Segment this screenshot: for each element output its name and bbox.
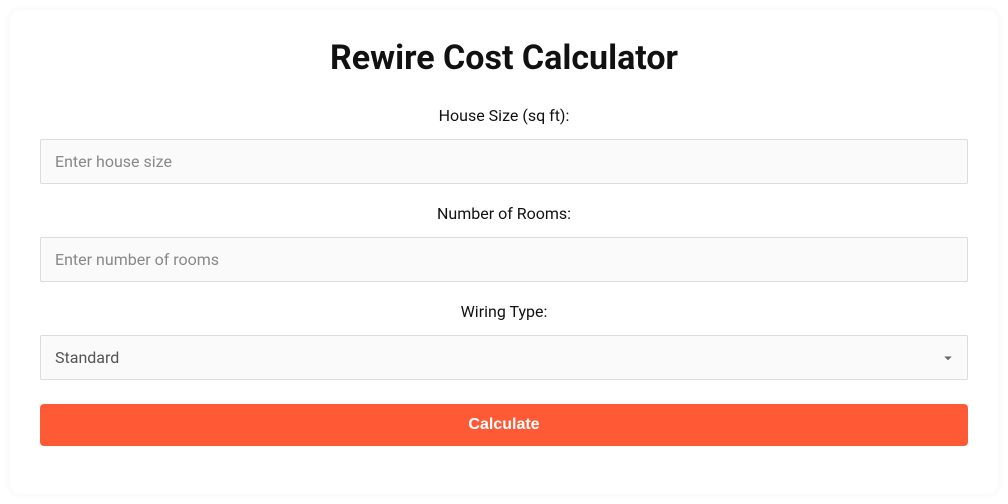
wiring-type-group: Wiring Type: Standard bbox=[40, 302, 968, 380]
num-rooms-group: Number of Rooms: bbox=[40, 204, 968, 282]
page-title: Rewire Cost Calculator bbox=[40, 38, 968, 78]
calculator-card: Rewire Cost Calculator House Size (sq ft… bbox=[10, 10, 998, 494]
house-size-group: House Size (sq ft): bbox=[40, 106, 968, 184]
num-rooms-input[interactable] bbox=[40, 237, 968, 282]
house-size-label: House Size (sq ft): bbox=[40, 106, 968, 125]
calculate-button[interactable]: Calculate bbox=[40, 404, 968, 446]
num-rooms-label: Number of Rooms: bbox=[40, 204, 968, 223]
house-size-input[interactable] bbox=[40, 139, 968, 184]
wiring-type-label: Wiring Type: bbox=[40, 302, 968, 321]
wiring-type-select[interactable]: Standard bbox=[40, 335, 968, 380]
